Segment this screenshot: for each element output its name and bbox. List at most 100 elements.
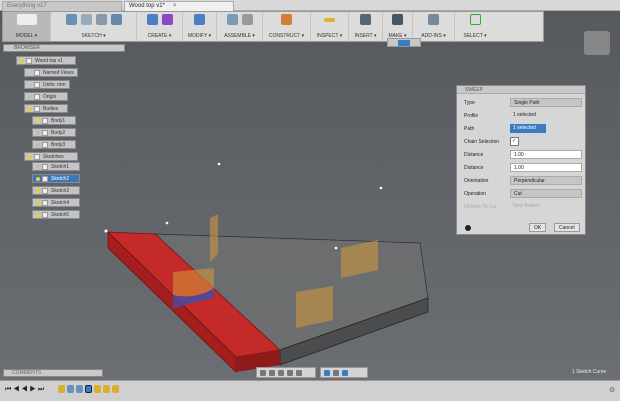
menu-inspect[interactable]: INSPECT ▾ [311, 12, 349, 41]
distance-row: Distance 1.00 [464, 163, 582, 173]
toolbar-ribbon: MODEL ▾ SKETCH ▾ CREATE ▾ MODIFY ▾ ASSEM… [2, 11, 544, 42]
viewcube[interactable] [584, 31, 610, 55]
timeline-features[interactable] [58, 385, 119, 393]
menu-sketch[interactable]: SKETCH ▾ [51, 12, 137, 41]
close-icon[interactable]: × [173, 3, 177, 9]
menu-add-ins[interactable]: ADD-INS ▾ [413, 12, 455, 41]
browser-item-sketch3[interactable]: Sketch3 [32, 186, 80, 195]
menu-insert[interactable]: INSERT ▾ [349, 12, 383, 41]
profile-selector[interactable]: 1 selected [510, 111, 546, 120]
path-row: Path 1 selected [464, 124, 581, 134]
selection-filter[interactable] [387, 38, 421, 47]
field-label: Type [464, 100, 475, 106]
browser-item-units[interactable]: Units: mm [24, 80, 70, 89]
tab-everything[interactable]: Everything v17 [2, 1, 122, 11]
comments-panel[interactable]: COMMENTS [3, 369, 103, 377]
field-label: Distance [464, 165, 484, 171]
browser-title: BROWSER [14, 45, 40, 51]
field-label: Profile [464, 113, 479, 119]
menu-label: INSPECT ▾ [316, 33, 343, 39]
type-dropdown[interactable]: Single Path [510, 98, 582, 107]
field-label: Distance [464, 152, 484, 158]
menu-label: CREATE ▾ [147, 33, 172, 39]
menu-make[interactable]: MAKE ▾ [383, 12, 413, 41]
browser-item-origin[interactable]: Origin [24, 92, 68, 101]
field-label: Path [464, 126, 475, 132]
node-label: Body1 [51, 118, 66, 124]
menu-construct[interactable]: CONSTRUCT ▾ [263, 12, 311, 41]
node-label: Wood top v1 [35, 58, 63, 64]
tab-label: Everything v17 [7, 3, 47, 9]
browser-header[interactable]: BROWSER [3, 44, 125, 52]
menu-label: SKETCH ▾ [81, 33, 106, 39]
workspace-switcher[interactable]: MODEL ▾ [3, 12, 51, 41]
menu-label: SELECT ▾ [463, 33, 487, 39]
node-label: Bodies [43, 106, 59, 112]
node-label: Sketches [43, 154, 64, 160]
node-label: Sketch3 [51, 188, 70, 194]
node-label: Sketch1 [51, 164, 70, 170]
status-text: 1 Sketch Curve [572, 369, 607, 375]
info-icon[interactable] [465, 225, 471, 231]
ok-button[interactable]: OK [529, 223, 547, 232]
node-label: Sketch4 [51, 200, 70, 206]
field-label: Orientation [464, 178, 489, 184]
model-icon [16, 14, 37, 25]
workspace-label: MODEL ▾ [15, 33, 38, 39]
distance-row: Distance 1.00 [464, 150, 582, 160]
type-row: Type Single Path [464, 98, 582, 108]
operation-row: Operation Cut [464, 189, 582, 199]
field-label: Chain Selection [464, 139, 500, 145]
tab-bar: Everything v17 Wood top v1* × [0, 0, 620, 11]
profile-plane [210, 214, 218, 262]
node-label: Sketch5 [51, 212, 70, 218]
node-label: Sketch2 [51, 176, 70, 182]
menu-label: CONSTRUCT ▾ [268, 33, 305, 39]
browser-item-sketches[interactable]: Sketches [24, 152, 78, 161]
browser-item-sketch1[interactable]: Sketch1 [32, 162, 80, 171]
browser-item-body1[interactable]: Body1 [32, 116, 76, 125]
operation-dropdown[interactable]: Cut [510, 189, 582, 198]
node-label: Body3 [51, 142, 66, 148]
browser-item-sketch2[interactable]: Sketch2 [32, 174, 80, 183]
menu-create[interactable]: CREATE ▾ [137, 12, 183, 41]
sweep-dialog: SWEEP Type Single Path Profile 1 selected … [456, 85, 586, 235]
dialog-title: SWEEP [457, 86, 585, 94]
cancel-button[interactable]: Cancel [554, 223, 580, 232]
objects-dropdown: New Bodies [513, 203, 540, 209]
menu-assemble[interactable]: ASSEMBLE ▾ [217, 12, 263, 41]
objects-row: Objects To Cut New Bodies [464, 202, 581, 212]
browser-item-bodies[interactable]: Bodies [24, 104, 68, 113]
browser-item-body3[interactable]: Body3 [32, 140, 76, 149]
playback-controls[interactable]: ⏮ ◀ ◀ ▶ ⏭ [5, 386, 44, 394]
browser-root[interactable]: Wood top v1 [16, 56, 76, 65]
menu-label: MODIFY ▾ [187, 33, 212, 39]
browser-item-sketch4[interactable]: Sketch4 [32, 198, 80, 207]
browser-item-named-views[interactable]: Named Views [24, 68, 78, 77]
distance-input[interactable]: 1.00 [510, 150, 582, 159]
orientation-dropdown[interactable]: Perpendicular [510, 176, 582, 185]
node-label: Origin [43, 94, 57, 100]
menu-select[interactable]: SELECT ▾ [455, 12, 495, 41]
navigation-toolbar[interactable] [256, 367, 316, 378]
chain-row: Chain Selection ✓ [464, 137, 581, 147]
display-toolbar[interactable] [320, 367, 368, 378]
browser-item-sketch5[interactable]: Sketch5 [32, 210, 80, 219]
menu-label: INSERT ▾ [354, 33, 377, 39]
field-label: Objects To Cut [464, 204, 497, 210]
menu-modify[interactable]: MODIFY ▾ [183, 12, 217, 41]
tab-wood-top[interactable]: Wood top v1* × [124, 1, 234, 11]
menu-label: ADD-INS ▾ [421, 33, 446, 39]
chain-selection-checkbox[interactable]: ✓ [510, 137, 519, 146]
node-label: Named Views [43, 70, 74, 76]
distance-input[interactable]: 1.00 [510, 163, 582, 172]
tab-label: Wood top v1* [129, 3, 165, 9]
field-label: Operation [464, 191, 486, 197]
path-selector[interactable]: 1 selected [510, 124, 546, 133]
orientation-row: Orientation Perpendicular [464, 176, 582, 186]
profile-row: Profile 1 selected [464, 111, 581, 121]
menu-label: ASSEMBLE ▾ [224, 33, 255, 39]
browser-item-body2[interactable]: Body2 [32, 128, 76, 137]
node-label: Body2 [51, 130, 66, 136]
gear-icon[interactable]: ⚙ [609, 386, 615, 394]
